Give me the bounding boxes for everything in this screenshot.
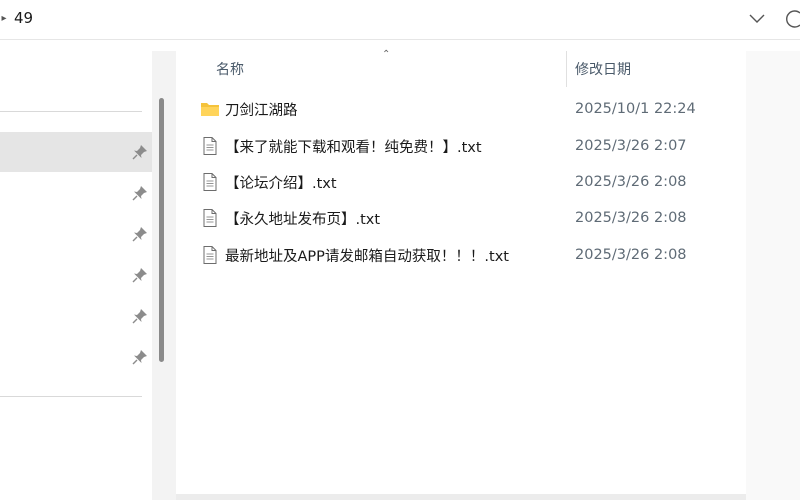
pin-icon xyxy=(132,186,147,201)
text-file-icon xyxy=(203,173,217,191)
file-name: 【来了就能下载和观看！纯免费！】.txt xyxy=(225,139,482,156)
nav-divider xyxy=(0,396,142,397)
text-file-icon xyxy=(203,246,217,264)
column-header-date-label: 修改日期 xyxy=(575,62,631,78)
file-name: 【论坛介绍】.txt xyxy=(225,175,337,192)
pin-icon xyxy=(132,350,147,365)
horizontal-scrollbar[interactable] xyxy=(176,494,746,500)
column-header-date-modified[interactable]: 修改日期 xyxy=(575,51,745,87)
breadcrumb-current-folder[interactable]: 49 xyxy=(14,9,33,27)
nav-item-quick-access-4[interactable] xyxy=(0,255,152,295)
file-row[interactable]: 【永久地址发布页】.txt 2025/3/26 2:08 xyxy=(200,203,740,233)
nav-scrollbar-track[interactable] xyxy=(152,51,176,500)
file-date: 2025/10/1 22:24 xyxy=(575,101,696,117)
nav-scrollbar-thumb[interactable] xyxy=(159,98,164,362)
nav-item-quick-access-2[interactable] xyxy=(0,173,152,213)
file-list-pane: ⌃ 名称 修改日期 刀剑江湖路 2025/10/1 22:24 【来了就能下载和… xyxy=(176,49,746,500)
chevron-down-icon xyxy=(749,14,765,23)
file-row[interactable]: 最新地址及APP请发邮箱自动获取！！！.txt 2025/3/26 2:08 xyxy=(200,240,740,270)
file-name: 最新地址及APP请发邮箱自动获取！！！.txt xyxy=(225,248,509,265)
content-gutter xyxy=(746,51,800,500)
text-file-icon xyxy=(203,137,217,155)
column-header-name[interactable]: 名称 xyxy=(216,51,566,87)
pin-icon xyxy=(132,145,147,160)
breadcrumb[interactable]: ▸ 49 xyxy=(0,9,33,27)
column-separator[interactable] xyxy=(566,51,567,87)
file-date: 2025/3/26 2:07 xyxy=(575,138,687,154)
file-row[interactable]: 【论坛介绍】.txt 2025/3/26 2:08 xyxy=(200,167,740,197)
nav-item-quick-access-1[interactable] xyxy=(0,132,152,172)
pin-icon xyxy=(132,227,147,242)
file-name: 刀剑江湖路 xyxy=(225,102,298,119)
nav-item-quick-access-5[interactable] xyxy=(0,296,152,336)
folder-icon xyxy=(201,103,219,116)
file-row[interactable]: 刀剑江湖路 2025/10/1 22:24 xyxy=(200,94,740,124)
text-file-icon xyxy=(203,209,217,227)
file-row[interactable]: 【来了就能下载和观看！纯免费！】.txt 2025/3/26 2:07 xyxy=(200,131,740,161)
nav-item-quick-access-6[interactable] xyxy=(0,337,152,377)
column-header-name-label: 名称 xyxy=(216,62,244,78)
navigation-pane xyxy=(0,41,152,500)
nav-item-quick-access-3[interactable] xyxy=(0,214,152,254)
refresh-button[interactable] xyxy=(786,8,800,30)
address-bar: ▸ 49 xyxy=(0,0,800,40)
pin-icon xyxy=(132,268,147,283)
file-date: 2025/3/26 2:08 xyxy=(575,247,687,263)
chevron-right-icon: ▸ xyxy=(1,12,7,24)
file-date: 2025/3/26 2:08 xyxy=(575,174,687,190)
nav-divider xyxy=(0,111,142,112)
refresh-icon xyxy=(786,10,800,28)
file-name: 【永久地址发布页】.txt xyxy=(225,211,381,228)
pin-icon xyxy=(132,309,147,324)
address-history-dropdown[interactable] xyxy=(745,8,769,30)
file-date: 2025/3/26 2:08 xyxy=(575,210,687,226)
